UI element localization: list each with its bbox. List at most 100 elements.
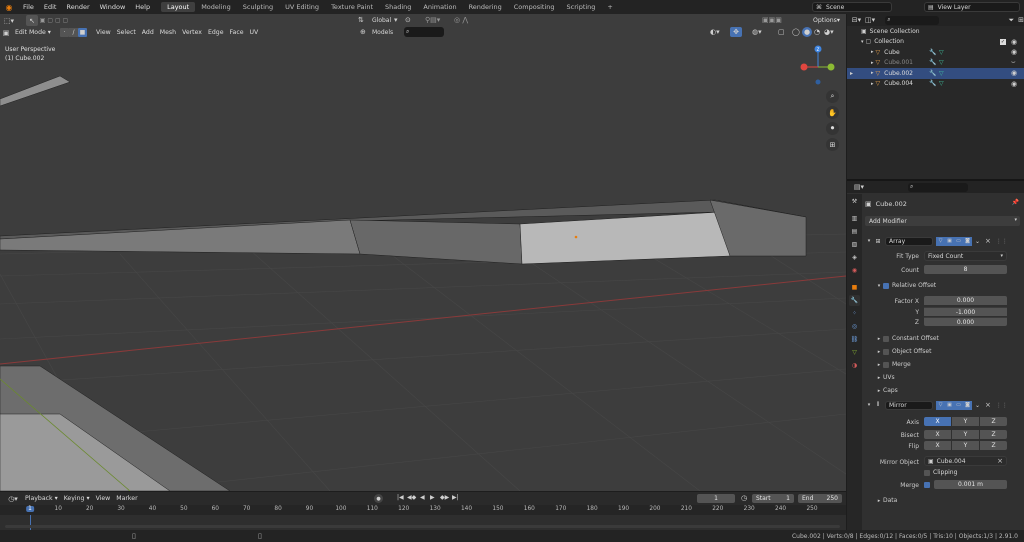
camera-icon[interactable]: ⏺ [826,122,839,135]
shading-material-icon[interactable]: ◔ [814,28,820,36]
jump-end-icon[interactable]: ▶| [452,494,459,501]
timeline-track[interactable] [0,515,846,530]
new-collection-icon[interactable]: ⊞ [1018,16,1024,24]
add-workspace-button[interactable]: + [601,2,618,12]
array-name-field[interactable]: Array [885,236,933,246]
viewport-menu-face[interactable]: Face [227,28,247,37]
menu-render[interactable]: Render [61,3,94,11]
viewport-menu-vertex[interactable]: Vertex [179,28,205,37]
mirror-modifier-header[interactable]: ▾ ⫴ Mirror ▽ ▣ ▭ ◙ ⌄ × ⋮⋮ [865,400,1020,410]
object-offset-panel[interactable]: ▸ Object Offset [875,348,932,355]
viewport-menu-uv[interactable]: UV [247,28,262,37]
mode-dropdown[interactable]: Edit Mode ▾ [12,28,58,37]
proportional-edit-icon[interactable]: ◎ ⋀ [454,16,468,24]
mesh-data-icon[interactable]: ▽ [939,80,944,87]
outliner-object-row[interactable]: ▸ ▽ Cube.002 🔧 ▽ ◉ ▸ [847,68,1024,79]
data-panel[interactable]: ▸ Data [875,497,898,504]
mirror-editmode-toggle-icon[interactable]: ▽ [936,400,945,410]
output-tab-icon[interactable]: ▤ [849,226,860,237]
pivot-icon[interactable]: ▾ [394,16,398,24]
viewport-menu-select[interactable]: Select [114,28,139,37]
relative-offset-checkbox[interactable] [883,282,889,289]
menu-help[interactable]: Help [130,3,155,11]
face-select-icon[interactable]: ■ [78,28,87,37]
outliner-editor-icon[interactable]: ⊟▾ [850,16,863,24]
mirror-remove-icon[interactable]: × [985,401,991,409]
tab-shading[interactable]: Shading [379,2,417,12]
viewport-menu-view[interactable]: View [93,28,114,37]
timeline-menu-playback[interactable]: Playback ▾ [22,494,61,503]
eye-icon[interactable]: ◉ [1011,69,1017,77]
constant-offset-checkbox[interactable] [883,335,889,342]
expand-icon[interactable]: ▸ [871,60,874,66]
material-tab-icon[interactable]: ◑ [849,360,860,371]
select-tool-icon[interactable]: ↖ [26,15,38,26]
display-mode-icon[interactable]: ◫▾ [863,16,877,24]
snap-icon[interactable]: ⚲▤▾ [425,16,440,24]
merge-checkbox[interactable] [883,361,889,368]
relative-offset-panel[interactable]: ▾ Relative Offset [875,282,936,289]
gizmo-toggle-icon[interactable]: ✥ [730,27,742,37]
timeline-menu-keying[interactable]: Keying ▾ [61,494,93,503]
orientation-icon[interactable]: ⇅ [358,16,364,24]
perspective-grid-icon[interactable]: ⊞ [826,138,839,151]
prev-keyframe-icon[interactable]: ◀◆ [407,494,416,501]
merge-checkbox-mirror[interactable] [924,482,930,488]
add-modifier-dropdown[interactable]: Add Modifier ▾ [865,216,1020,226]
bisect-x-toggle[interactable]: X [924,430,951,439]
viewport-menu-mesh[interactable]: Mesh [157,28,179,37]
constraints-tab-icon[interactable]: ⛓ [849,334,860,345]
array-modifier-header[interactable]: ▾ ⊞ Array ▽ ▣ ▭ ◙ ⌄ × ⋮⋮ [865,236,1020,246]
tab-compositing[interactable]: Compositing [508,2,561,12]
render-tab-icon[interactable]: ▥ [849,213,860,224]
axis-z-toggle[interactable]: Z [980,417,1007,426]
outliner-scene-collection[interactable]: ▣ Scene Collection [847,26,1024,37]
viewport-menu-add[interactable]: Add [139,28,157,37]
axis-y-toggle[interactable]: Y [952,417,979,426]
collapse-array-icon[interactable]: ▾ [865,238,873,244]
mirror-viewport-toggle-icon[interactable]: ▭ [954,400,963,410]
pan-hand-icon[interactable]: ✋ [826,106,839,119]
visibility-icon[interactable]: ◐▾ [710,28,720,36]
play-reverse-icon[interactable]: ◀ [420,494,425,501]
mirror-object-clear-icon[interactable]: × [997,457,1003,465]
outliner-object-row[interactable]: ▸ ▽ Cube.001 🔧 ▽ ⌣ [847,58,1024,69]
constant-offset-expand-icon[interactable]: ▸ [875,336,883,342]
fit-type-dropdown[interactable]: Fixed Count ▾ [924,251,1007,261]
mesh-data-tab-icon[interactable]: ▽ [849,347,860,358]
timeline-editor-icon[interactable]: ◷▾ [4,495,22,503]
mirror-object-field[interactable]: ▣ Cube.004 × [924,456,1007,466]
xray-icon[interactable]: ▢ [778,28,785,36]
expand-icon[interactable]: ▸ [871,70,874,76]
mirror-drag-handle-icon[interactable]: ⋮⋮ [996,402,1008,409]
array-cage-toggle-icon[interactable]: ▣ [945,236,954,246]
data-expand-icon[interactable]: ▸ [875,498,883,504]
view-layer-tab-icon[interactable]: ▧ [849,239,860,250]
expand-icon[interactable]: ▾ [861,39,864,45]
select-box-icon[interactable]: ▣ ▢ ▢ ▢ [38,17,70,24]
edge-select-icon[interactable]: / [69,28,78,37]
eye-icon[interactable]: ◉ [1011,80,1017,88]
timeline-menu-view[interactable]: View [93,494,114,503]
particles-tab-icon[interactable]: ⁘ [849,308,860,319]
timeline-ruler[interactable]: 1 10 20 30 40 50 60 70 80 90 100 110 120 130 140 150 160… [0,505,846,515]
mesh-select-mode-icon[interactable]: ▣▣▣ [762,16,782,24]
outliner-search-icon[interactable]: ⌕ [885,15,939,25]
modifier-wrench-icon[interactable]: 🔧 [929,59,936,66]
caps-expand-icon[interactable]: ▸ [875,388,883,394]
scene-selector[interactable]: ⌘ Scene [812,2,892,12]
mirror-cage-toggle-icon[interactable]: ▣ [945,400,954,410]
next-keyframe-icon[interactable]: ◆▶ [440,494,449,501]
modifier-wrench-icon[interactable]: 🔧 [929,70,936,77]
menu-file[interactable]: File [18,3,39,11]
array-dropdown-icon[interactable]: ⌄ [975,238,980,245]
physics-tab-icon[interactable]: ◎ [849,321,860,332]
filter-icon[interactable]: ⏷ [1009,16,1015,25]
uvs-expand-icon[interactable]: ▸ [875,375,883,381]
mirror-name-field[interactable]: Mirror [885,400,933,410]
pin-icon[interactable]: 📌 [1012,199,1019,206]
timeline-menu-marker[interactable]: Marker [113,494,140,503]
end-frame-field[interactable]: End 250 [798,494,842,503]
tab-animation[interactable]: Animation [417,2,462,12]
viewport-scene[interactable] [0,14,846,491]
